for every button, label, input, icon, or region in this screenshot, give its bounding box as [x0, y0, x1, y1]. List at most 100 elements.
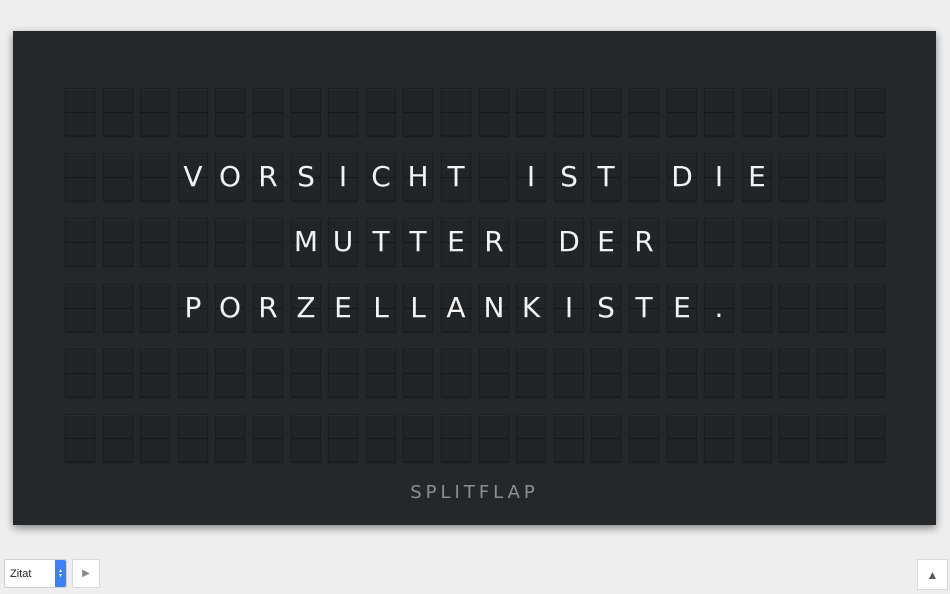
flap-cell	[817, 414, 847, 462]
flap-cell: R	[253, 284, 283, 332]
flap-cell: D	[554, 218, 584, 266]
flap-cell: R	[253, 153, 283, 201]
flap-cell: I	[328, 153, 358, 201]
flap-cell	[441, 414, 471, 462]
flap-letter: C	[371, 160, 391, 193]
flap-cell	[215, 349, 245, 397]
flap-cell	[779, 153, 809, 201]
controls-bar: Zitat ▲ ▼ ▶	[4, 559, 100, 590]
flap-cell	[855, 414, 885, 462]
flap-cell: E	[742, 153, 772, 201]
flap-cell: E	[591, 218, 621, 266]
splitflap-board: VORSICHTISTDIEMUTTERDERPORZELLANKISTE. S…	[13, 31, 936, 525]
flap-letter: I	[526, 160, 536, 193]
flap-cell	[65, 414, 95, 462]
flap-cell	[629, 153, 659, 201]
flap-cell	[479, 153, 509, 201]
flap-cell: I	[554, 284, 584, 332]
flap-cell: O	[215, 284, 245, 332]
mode-select[interactable]: Zitat ▲ ▼	[4, 559, 67, 588]
flap-cell	[516, 88, 546, 136]
flap-cell	[742, 414, 772, 462]
flap-cell	[855, 349, 885, 397]
flap-cell	[779, 284, 809, 332]
flap-cell: V	[178, 153, 208, 201]
flap-cell: T	[403, 218, 433, 266]
flap-letter: S	[297, 160, 315, 193]
flap-cell	[817, 88, 847, 136]
flap-cell	[366, 414, 396, 462]
flap-cell	[855, 284, 885, 332]
flap-cell	[103, 349, 133, 397]
flap-cell	[479, 88, 509, 136]
flap-cell	[667, 414, 697, 462]
flap-cell	[366, 88, 396, 136]
flap-cell	[403, 349, 433, 397]
flap-cell	[667, 218, 697, 266]
flap-cell	[855, 88, 885, 136]
flap-cell	[742, 349, 772, 397]
flap-letter: H	[407, 160, 429, 193]
flap-cell	[516, 414, 546, 462]
flap-cell	[817, 218, 847, 266]
flap-cell: T	[591, 153, 621, 201]
flap-cell	[742, 88, 772, 136]
flap-cell	[215, 414, 245, 462]
flap-cell	[817, 349, 847, 397]
flap-letter: E	[447, 225, 465, 258]
flap-cell	[779, 218, 809, 266]
flap-cell	[291, 414, 321, 462]
flap-cell	[591, 88, 621, 136]
play-button[interactable]: ▶	[72, 559, 100, 588]
flap-cell	[178, 349, 208, 397]
flap-letter: R	[484, 225, 504, 258]
flap-cell: E	[328, 284, 358, 332]
flap-cell	[441, 349, 471, 397]
flap-cell	[253, 218, 283, 266]
flap-cell	[629, 349, 659, 397]
flap-letter: R	[634, 225, 654, 258]
flap-letter: E	[748, 160, 766, 193]
flap-cell	[441, 88, 471, 136]
flap-cell: O	[215, 153, 245, 201]
flap-cell: N	[479, 284, 509, 332]
flap-cell	[855, 153, 885, 201]
flap-letter: E	[334, 291, 352, 324]
flap-letter: U	[332, 225, 354, 258]
flap-cell	[779, 349, 809, 397]
flap-letter: E	[597, 225, 615, 258]
flap-cell: T	[366, 218, 396, 266]
flap-cell	[591, 349, 621, 397]
flap-cell	[178, 218, 208, 266]
flap-letter: E	[673, 291, 691, 324]
scroll-top-button[interactable]: ▲	[917, 559, 948, 590]
flap-cell: S	[554, 153, 584, 201]
flap-cell	[253, 88, 283, 136]
flap-cell	[554, 88, 584, 136]
flap-letter: L	[410, 291, 426, 324]
flap-letter: I	[338, 160, 348, 193]
flap-cell	[65, 153, 95, 201]
flap-cell	[65, 349, 95, 397]
flap-cell	[479, 414, 509, 462]
flap-letter: .	[714, 291, 724, 324]
flap-cell	[140, 218, 170, 266]
flap-cell	[328, 414, 358, 462]
flap-cell: R	[629, 218, 659, 266]
flap-cell	[253, 349, 283, 397]
flap-cell	[629, 414, 659, 462]
flap-cell: H	[403, 153, 433, 201]
flap-cell	[516, 218, 546, 266]
flap-cell	[178, 414, 208, 462]
flap-cell: A	[441, 284, 471, 332]
flap-cell: C	[366, 153, 396, 201]
flap-cell: D	[667, 153, 697, 201]
flap-cell	[742, 218, 772, 266]
flap-letter: D	[558, 225, 580, 258]
flap-cell: M	[291, 218, 321, 266]
flap-cell	[704, 414, 734, 462]
flap-cell	[779, 88, 809, 136]
play-icon: ▶	[82, 568, 90, 579]
flap-letter: S	[597, 291, 615, 324]
flap-cell	[103, 414, 133, 462]
